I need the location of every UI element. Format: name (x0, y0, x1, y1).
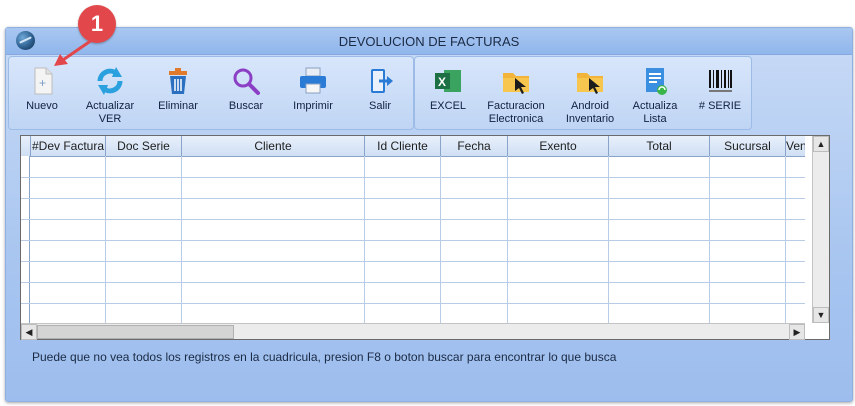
buscar-label: Buscar (228, 100, 264, 112)
vertical-scrollbar[interactable]: ▲ ▼ (812, 136, 829, 323)
android-inventario-label: Android Inventario (565, 100, 615, 125)
salir-label: Salir (368, 100, 391, 112)
footer-hint: Puede que no vea todos los registros en … (32, 350, 617, 364)
row-selector-header (21, 136, 31, 156)
column-header[interactable]: Id Cliente (365, 136, 441, 156)
column-header[interactable]: Doc Serie (106, 136, 182, 156)
window-title: DEVOLUCION DE FACTURAS (338, 34, 520, 49)
scroll-down-arrow-icon[interactable]: ▼ (813, 307, 829, 323)
imprimir-button[interactable]: Imprimir (287, 65, 339, 113)
actualiza-lista-label: Actualiza Lista (632, 100, 678, 125)
folder-cursor-icon (500, 65, 532, 97)
trash-icon (162, 65, 194, 97)
update-list-icon (639, 65, 671, 97)
horizontal-scrollbar[interactable]: ◀ ▶ (21, 323, 805, 340)
nuevo-button[interactable]: + Nuevo (17, 65, 67, 113)
scroll-left-arrow-icon[interactable]: ◀ (21, 324, 37, 340)
column-header[interactable]: Fecha (441, 136, 508, 156)
actualiza-lista-button[interactable]: Actualiza Lista (627, 65, 683, 126)
refresh-icon (94, 65, 126, 97)
column-header[interactable]: Total (609, 136, 710, 156)
actualizar-label: Actualizar VER (85, 100, 135, 125)
eliminar-button[interactable]: Eliminar (153, 65, 203, 113)
android-inventario-button[interactable]: Android Inventario (559, 65, 621, 126)
barcode-icon (704, 65, 736, 97)
excel-button[interactable]: X EXCEL (425, 65, 471, 113)
facturas-grid[interactable]: #Dev Factura Doc Serie Cliente Id Client… (20, 135, 830, 340)
column-header[interactable]: Sucursal (710, 136, 786, 156)
facturacion-electronica-button[interactable]: Facturacion Electronica (483, 65, 549, 126)
column-header[interactable]: Exento (508, 136, 609, 156)
eliminar-label: Eliminar (158, 100, 198, 112)
printer-icon (297, 65, 329, 97)
imprimir-label: Imprimir (293, 100, 333, 112)
exit-icon (364, 65, 396, 97)
buscar-button[interactable]: Buscar (221, 65, 271, 113)
toolbar-extra-group: X EXCEL Facturacion Electronica Android … (414, 56, 752, 130)
grid-header: #Dev Factura Doc Serie Cliente Id Client… (21, 136, 805, 157)
main-window: DEVOLUCION DE FACTURAS + Nuevo Actualiza… (5, 27, 853, 402)
horizontal-scroll-thumb[interactable] (37, 325, 234, 339)
excel-label: EXCEL (429, 100, 467, 112)
scroll-up-arrow-icon[interactable]: ▲ (813, 136, 829, 152)
actualizar-button[interactable]: Actualizar VER (81, 65, 139, 126)
scroll-right-arrow-icon[interactable]: ▶ (789, 324, 805, 340)
callout-arrow-icon (54, 38, 93, 66)
serie-button[interactable]: # SERIE (695, 65, 745, 113)
svg-text:X: X (438, 75, 446, 89)
column-header[interactable]: #Dev Factura (31, 136, 106, 156)
excel-icon: X (432, 65, 464, 97)
title-bar: DEVOLUCION DE FACTURAS (6, 28, 852, 55)
salir-button[interactable]: Salir (355, 65, 405, 113)
facturacion-electronica-label: Facturacion Electronica (487, 100, 545, 125)
svg-text:+: + (39, 76, 46, 90)
column-header[interactable]: Cliente (182, 136, 365, 156)
search-icon (230, 65, 262, 97)
column-header[interactable]: Ven (786, 136, 805, 156)
serie-label: # SERIE (698, 100, 742, 112)
folder-cursor-icon (574, 65, 606, 97)
nuevo-label: Nuevo (26, 100, 58, 112)
